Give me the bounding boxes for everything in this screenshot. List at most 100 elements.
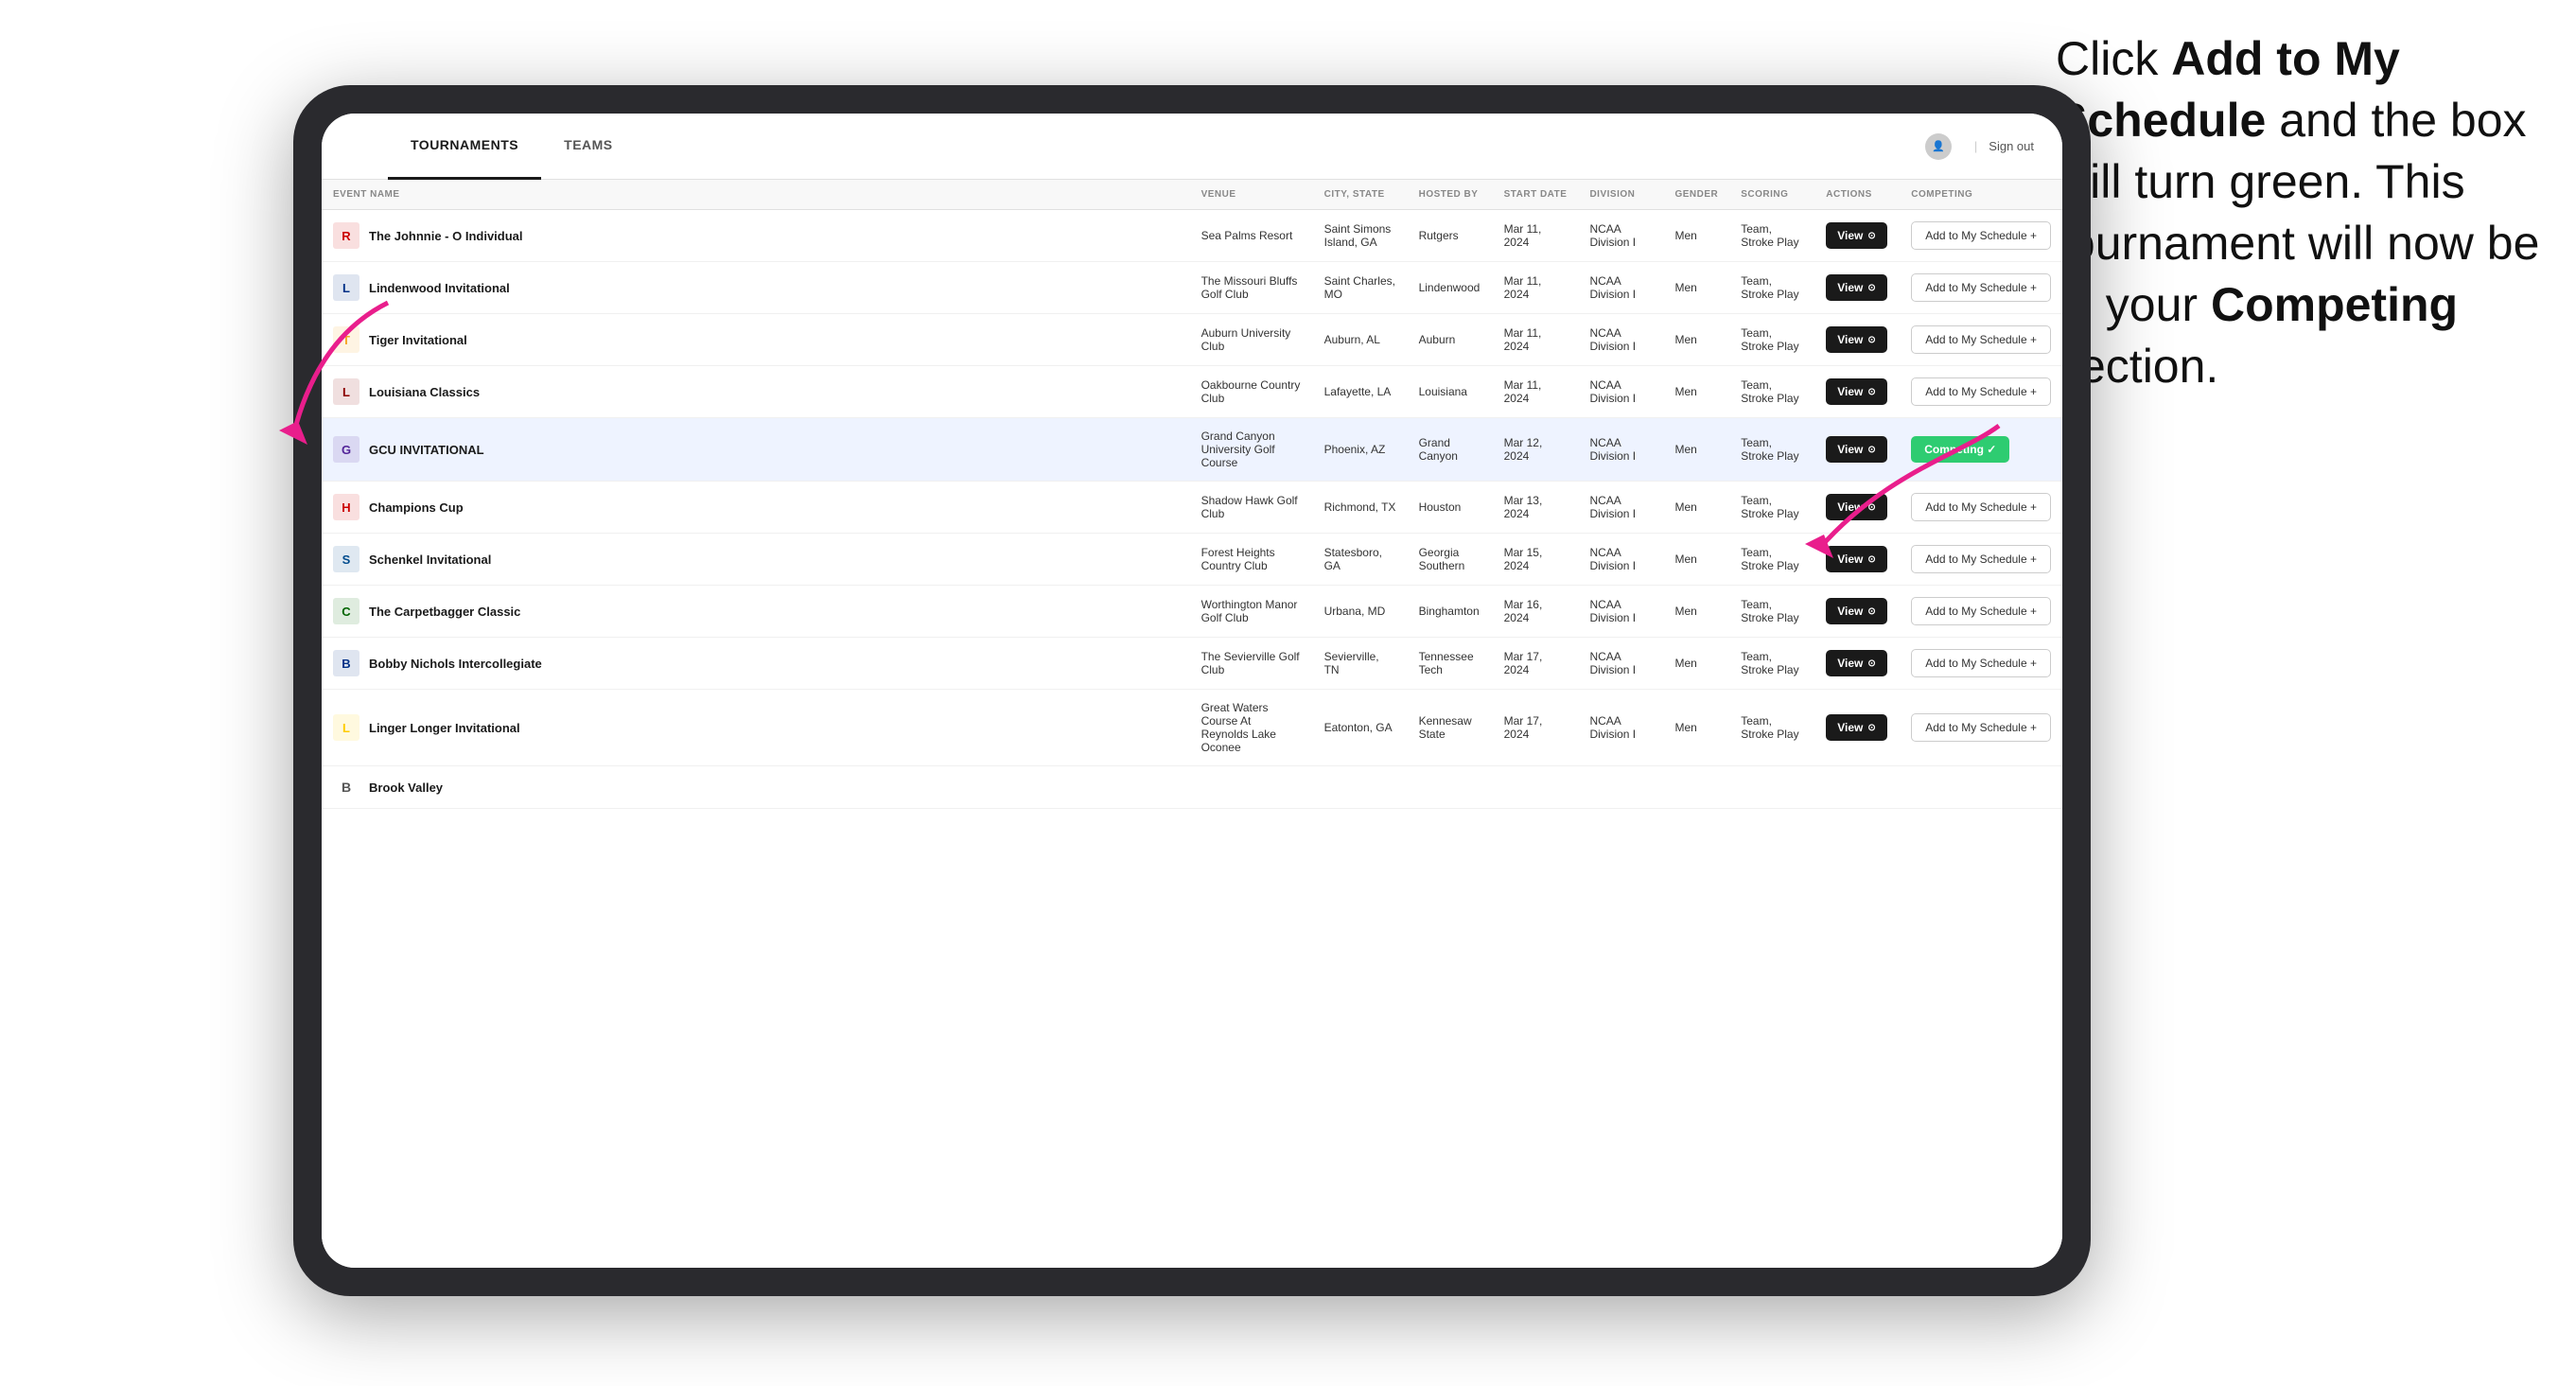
team-logo: L: [333, 378, 359, 405]
scoring-cell: Team, Stroke Play: [1729, 638, 1814, 690]
scoring-cell: Team, Stroke Play: [1729, 314, 1814, 366]
table-row: C The Carpetbagger Classic Worthington M…: [322, 586, 2062, 638]
venue-cell: Grand Canyon University Golf Course: [1190, 418, 1313, 482]
venue-cell: Sea Palms Resort: [1190, 210, 1313, 262]
event-name: Linger Longer Invitational: [369, 721, 520, 735]
add-to-schedule-button[interactable]: Add to My Schedule +: [1911, 597, 2051, 625]
table-row: B Bobby Nichols Intercollegiate The Sevi…: [322, 638, 2062, 690]
nav-tab-teams[interactable]: TEAMS: [541, 114, 636, 180]
city-cell: Saint Charles, MO: [1313, 262, 1408, 314]
nav-tab-tournaments[interactable]: TOURNAMENTS: [388, 114, 541, 180]
start-date-cell: Mar 15, 2024: [1493, 534, 1579, 586]
gender-cell: Men: [1663, 586, 1729, 638]
view-button[interactable]: View ⊙: [1826, 546, 1887, 572]
view-button[interactable]: View ⊙: [1826, 222, 1887, 249]
actions-cell: View ⊙: [1814, 534, 1900, 586]
start-date-cell: Mar 11, 2024: [1493, 210, 1579, 262]
event-name-cell: L Louisiana Classics: [322, 366, 1190, 418]
division-cell: NCAA Division I: [1578, 314, 1663, 366]
add-to-schedule-button[interactable]: Add to My Schedule +: [1911, 325, 2051, 354]
pipe-divider: |: [1974, 139, 1977, 153]
team-logo: R: [333, 222, 359, 249]
venue-cell: Great Waters Course At Reynolds Lake Oco…: [1190, 690, 1313, 766]
view-button[interactable]: View ⊙: [1826, 598, 1887, 624]
city-cell: Statesboro, GA: [1313, 534, 1408, 586]
gender-cell: Men: [1663, 482, 1729, 534]
col-hosted-by: HOSTED BY: [1408, 180, 1493, 210]
add-to-schedule-button[interactable]: Add to My Schedule +: [1911, 377, 2051, 406]
division-cell: NCAA Division I: [1578, 366, 1663, 418]
add-to-schedule-button[interactable]: Add to My Schedule +: [1911, 493, 2051, 521]
gender-cell: Men: [1663, 366, 1729, 418]
actions-cell: View ⊙: [1814, 482, 1900, 534]
scoring-cell: Team, Stroke Play: [1729, 366, 1814, 418]
venue-cell: Oakbourne Country Club: [1190, 366, 1313, 418]
sign-out-link[interactable]: Sign out: [1989, 139, 2034, 153]
competing-button[interactable]: Competing ✓: [1911, 436, 2009, 463]
event-name-cell: S Schenkel Invitational: [322, 534, 1190, 586]
city-cell: Saint Simons Island, GA: [1313, 210, 1408, 262]
city-cell: Lafayette, LA: [1313, 366, 1408, 418]
scoring-cell: Team, Stroke Play: [1729, 586, 1814, 638]
instruction-text: Click Add to My Schedule and the box wil…: [2056, 32, 2539, 393]
view-button[interactable]: View ⊙: [1826, 436, 1887, 463]
start-date-cell: Mar 11, 2024: [1493, 366, 1579, 418]
venue-cell: Shadow Hawk Golf Club: [1190, 482, 1313, 534]
event-name: Tiger Invitational: [369, 333, 467, 347]
event-name: GCU INVITATIONAL: [369, 443, 484, 457]
hosted-by-cell: Kennesaw State: [1408, 690, 1493, 766]
view-button[interactable]: View ⊙: [1826, 650, 1887, 676]
gender-cell: Men: [1663, 314, 1729, 366]
table-row: L Lindenwood Invitational The Missouri B…: [322, 262, 2062, 314]
view-button[interactable]: View ⊙: [1826, 714, 1887, 741]
hosted-by-cell: Georgia Southern: [1408, 534, 1493, 586]
table-row: B Brook Valley: [322, 766, 2062, 809]
event-name: Louisiana Classics: [369, 385, 480, 399]
venue-cell: Auburn University Club: [1190, 314, 1313, 366]
actions-cell: View ⊙: [1814, 586, 1900, 638]
add-to-schedule-button[interactable]: Add to My Schedule +: [1911, 649, 2051, 677]
competing-cell: Add to My Schedule +: [1900, 262, 2062, 314]
actions-cell: View ⊙: [1814, 210, 1900, 262]
add-to-schedule-button[interactable]: Add to My Schedule +: [1911, 713, 2051, 742]
competing-cell: Add to My Schedule +: [1900, 482, 2062, 534]
hosted-by-cell: Houston: [1408, 482, 1493, 534]
team-logo: T: [333, 326, 359, 353]
competing-cell: Add to My Schedule +: [1900, 314, 2062, 366]
app-header: TOURNAMENTS TEAMS 👤 | Sign out: [322, 114, 2062, 180]
event-name-cell: H Champions Cup: [322, 482, 1190, 534]
actions-cell: View ⊙: [1814, 638, 1900, 690]
gender-cell: Men: [1663, 418, 1729, 482]
event-name-cell: B Bobby Nichols Intercollegiate: [322, 638, 1190, 690]
gender-cell: Men: [1663, 638, 1729, 690]
table-header: EVENT NAME VENUE CITY, STATE HOSTED BY S…: [322, 180, 2062, 210]
start-date-cell: Mar 17, 2024: [1493, 638, 1579, 690]
view-button[interactable]: View ⊙: [1826, 274, 1887, 301]
col-start-date: START DATE: [1493, 180, 1579, 210]
team-logo: L: [333, 274, 359, 301]
add-to-schedule-button[interactable]: Add to My Schedule +: [1911, 273, 2051, 302]
city-cell: Urbana, MD: [1313, 586, 1408, 638]
table-row: H Champions Cup Shadow Hawk Golf Club Ri…: [322, 482, 2062, 534]
view-button[interactable]: View ⊙: [1826, 326, 1887, 353]
team-logo: L: [333, 714, 359, 741]
start-date-cell: Mar 16, 2024: [1493, 586, 1579, 638]
view-button[interactable]: View ⊙: [1826, 378, 1887, 405]
scoring-cell: Team, Stroke Play: [1729, 210, 1814, 262]
start-date-cell: Mar 13, 2024: [1493, 482, 1579, 534]
team-logo: H: [333, 494, 359, 520]
gender-cell: Men: [1663, 534, 1729, 586]
nav-tabs: TOURNAMENTS TEAMS: [388, 114, 636, 180]
table-row: L Linger Longer Invitational Great Water…: [322, 690, 2062, 766]
hosted-by-cell: Lindenwood: [1408, 262, 1493, 314]
view-button[interactable]: View ⊙: [1826, 494, 1887, 520]
col-city: CITY, STATE: [1313, 180, 1408, 210]
event-name-cell: T Tiger Invitational: [322, 314, 1190, 366]
table-row: T Tiger Invitational Auburn University C…: [322, 314, 2062, 366]
event-name: Champions Cup: [369, 500, 464, 515]
col-scoring: SCORING: [1729, 180, 1814, 210]
add-to-schedule-button[interactable]: Add to My Schedule +: [1911, 221, 2051, 250]
team-logo: B: [333, 650, 359, 676]
event-name-cell: L Lindenwood Invitational: [322, 262, 1190, 314]
add-to-schedule-button[interactable]: Add to My Schedule +: [1911, 545, 2051, 573]
